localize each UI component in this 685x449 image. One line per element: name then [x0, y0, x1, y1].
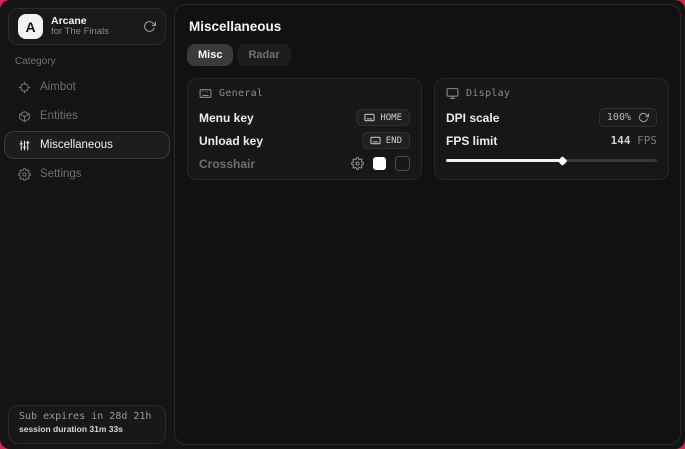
- sidebar-item-entities[interactable]: Entities: [4, 102, 170, 130]
- sidebar-item-label: Entities: [40, 110, 78, 122]
- fps-unit: FPS: [637, 134, 657, 147]
- general-card: General Menu key HOME Unload key: [187, 78, 422, 180]
- tab-misc[interactable]: Misc: [187, 44, 233, 66]
- fps-limit-label: FPS limit: [446, 134, 497, 148]
- menu-key-label: Menu key: [199, 111, 254, 125]
- sidebar-item-miscellaneous[interactable]: Miscellaneous: [4, 131, 170, 159]
- dpi-scale-row: DPI scale 100%: [446, 106, 657, 129]
- page-title: Miscellaneous: [189, 19, 668, 34]
- dpi-scale-value: 100%: [607, 112, 631, 123]
- sidebar-item-label: Miscellaneous: [40, 139, 113, 151]
- app-title-block: Arcane for The Finals: [51, 15, 135, 38]
- cube-icon: [17, 110, 31, 123]
- crosshair-color-swatch[interactable]: [373, 157, 386, 170]
- crosshair-icon: [17, 81, 31, 94]
- fps-number: 144: [611, 134, 631, 147]
- sidebar-item-label: Settings: [40, 168, 82, 180]
- session-duration: session duration 31m 33s: [19, 424, 155, 434]
- general-card-header: General: [199, 87, 410, 100]
- app-logo: A: [18, 14, 43, 39]
- crosshair-controls: [351, 156, 410, 171]
- crosshair-settings-gear-icon[interactable]: [351, 157, 364, 170]
- app-subtitle: for The Finals: [51, 27, 135, 38]
- app-window: A Arcane for The Finals Category Aimbot: [0, 0, 685, 449]
- fps-slider-thumb[interactable]: [558, 156, 568, 166]
- unload-key-label: Unload key: [199, 134, 263, 148]
- keyboard-icon: [364, 112, 375, 123]
- cards-row: General Menu key HOME Unload key: [187, 78, 668, 180]
- menu-key-value: HOME: [380, 113, 402, 123]
- fps-slider[interactable]: [446, 159, 657, 162]
- sidebar-item-label: Aimbot: [40, 81, 76, 93]
- dpi-scale-label: DPI scale: [446, 111, 499, 125]
- sliders-icon: [17, 139, 31, 152]
- display-card-title: Display: [466, 88, 510, 99]
- display-card: Display DPI scale 100% FPS limit 144 FPS: [434, 78, 669, 180]
- menu-key-bind-button[interactable]: HOME: [356, 109, 410, 126]
- crosshair-checkbox[interactable]: [395, 156, 410, 171]
- unload-key-row: Unload key END: [199, 129, 410, 152]
- tab-bar: Misc Radar: [187, 44, 668, 66]
- fps-limit-row: FPS limit 144 FPS: [446, 129, 657, 152]
- unload-key-value: END: [386, 136, 402, 146]
- fps-slider-fill: [446, 159, 562, 162]
- unload-key-bind-button[interactable]: END: [362, 132, 410, 149]
- sidebar-item-settings[interactable]: Settings: [4, 160, 170, 188]
- refresh-icon[interactable]: [143, 20, 156, 33]
- display-card-header: Display: [446, 87, 657, 100]
- gear-icon: [17, 168, 31, 181]
- sidebar: A Arcane for The Finals Category Aimbot: [0, 0, 174, 449]
- monitor-icon: [446, 87, 459, 100]
- keyboard-icon: [370, 135, 381, 146]
- sidebar-nav: Aimbot Entities Miscellaneous Settings: [0, 73, 174, 188]
- keyboard-icon: [199, 87, 212, 100]
- dpi-scale-control[interactable]: 100%: [599, 108, 657, 127]
- menu-key-row: Menu key HOME: [199, 106, 410, 129]
- crosshair-label: Crosshair: [199, 157, 255, 171]
- app-header-card: A Arcane for The Finals: [8, 8, 166, 45]
- category-label: Category: [15, 56, 174, 67]
- sidebar-item-aimbot[interactable]: Aimbot: [4, 73, 170, 101]
- fps-limit-value: 144 FPS: [611, 134, 657, 147]
- tab-radar[interactable]: Radar: [237, 44, 290, 66]
- crosshair-row: Crosshair: [199, 152, 410, 175]
- rotate-icon[interactable]: [638, 112, 649, 123]
- general-card-title: General: [219, 88, 263, 99]
- subscription-card: Sub expires in 28d 21h session duration …: [8, 405, 166, 444]
- main-panel: Miscellaneous Misc Radar General Menu ke…: [174, 4, 681, 445]
- subscription-expires: Sub expires in 28d 21h: [19, 411, 155, 422]
